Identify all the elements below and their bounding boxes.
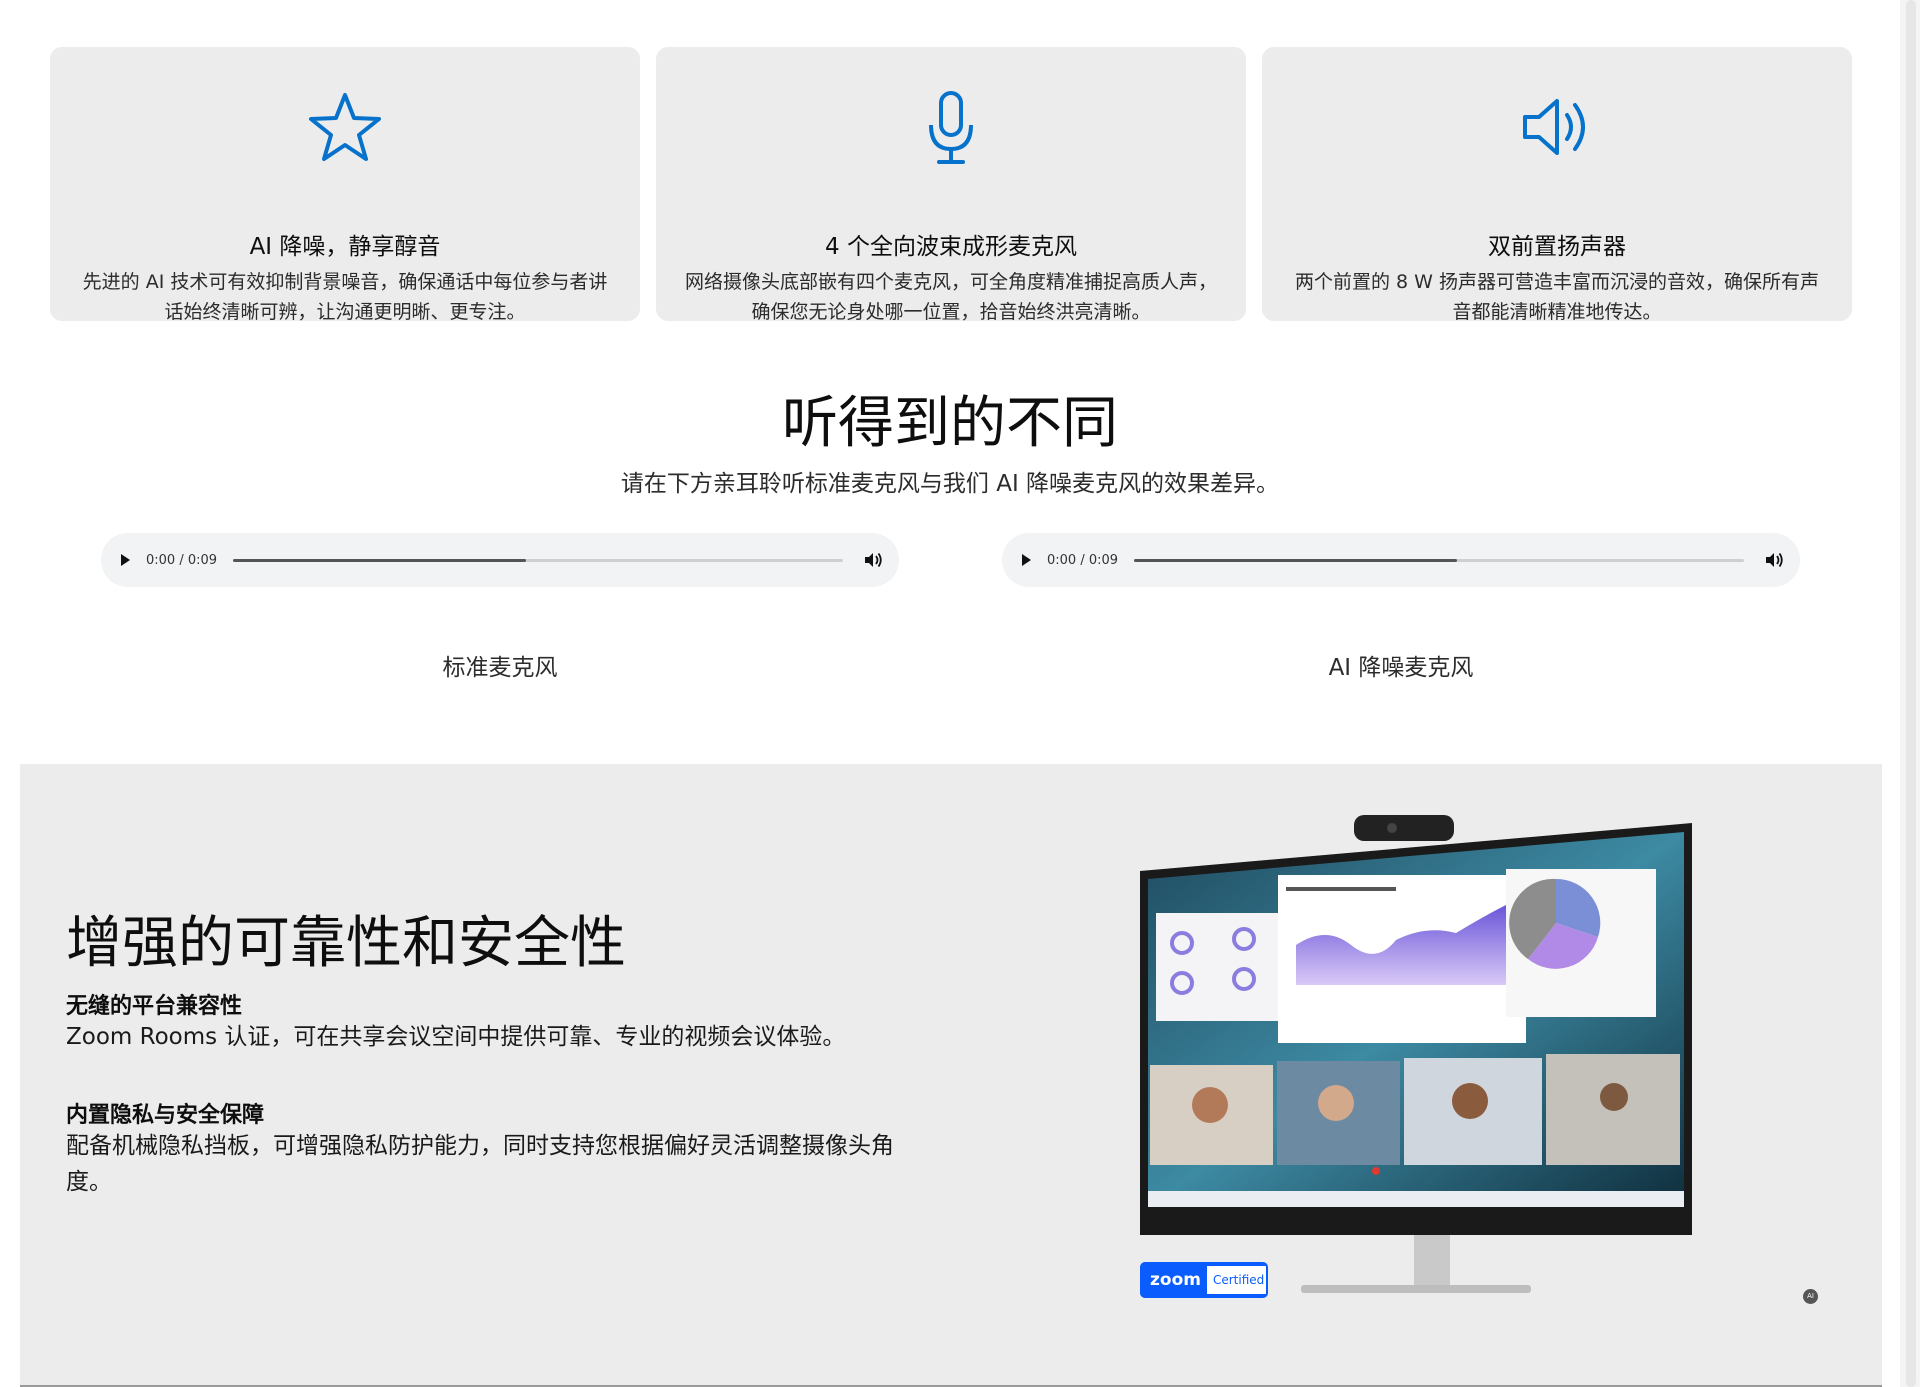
- feature-card-noise-reduction: AI 降噪，静享醇音 先进的 AI 技术可有效抑制背景噪音，确保通话中每位参与者…: [50, 47, 640, 323]
- feature-heading: 无缝的平台兼容性: [66, 994, 243, 1019]
- player-label-ai: AI 降噪麦克风: [1328, 655, 1474, 681]
- player-label-standard: 标准麦克风: [442, 655, 558, 681]
- ai-mark-icon: AI: [1803, 1289, 1818, 1304]
- feature-description: Zoom Rooms 认证，可在共享会议空间中提供可靠、专业的视频会议体验。: [66, 1024, 846, 1050]
- feature-card-microphones: 4 个全向波束成形麦克风 网络摄像头底部嵌有四个麦克风，可全角度精准捕捉高质人声…: [656, 47, 1246, 323]
- play-icon[interactable]: [1022, 554, 1031, 566]
- feature-desc: 先进的 AI 技术可有效抑制背景噪音，确保通话中每位参与者讲话始终清晰可辨，让沟…: [82, 271, 608, 323]
- play-icon[interactable]: [121, 554, 130, 566]
- audio-progress-bar[interactable]: [233, 558, 844, 562]
- speaker-icon: [1523, 99, 1585, 155]
- audio-time: 0:00 / 0:09: [1047, 552, 1119, 568]
- star-icon: [309, 93, 381, 161]
- microphone-icon: [929, 91, 973, 164]
- certified-label: Certified: [1206, 1266, 1266, 1294]
- reliability-title: 增强的可靠性和安全性: [66, 911, 626, 976]
- scrollbar-thumb[interactable]: [1906, 0, 1916, 1387]
- volume-icon[interactable]: [863, 550, 883, 570]
- feature-title: 双前置扬声器: [1488, 234, 1626, 260]
- zoom-certified-badge: zoom Certified: [1140, 1262, 1268, 1298]
- feature-card-speakers: 双前置扬声器 两个前置的 8 W 扬声器可营造丰富而沉浸的音效，确保所有声音都能…: [1262, 47, 1852, 323]
- compare-subtitle: 请在下方亲耳聆听标准麦克风与我们 AI 降噪麦克风的效果差异。: [620, 471, 1280, 497]
- volume-icon[interactable]: [1764, 550, 1784, 570]
- audio-progress-bar[interactable]: [1134, 558, 1745, 562]
- zoom-logo: zoom: [1150, 1270, 1201, 1290]
- audio-player-standard[interactable]: 0:00 / 0:09: [101, 533, 899, 587]
- audio-player-ai[interactable]: 0:00 / 0:09: [1002, 533, 1800, 587]
- compare-title: 听得到的不同: [782, 391, 1118, 456]
- monitor-image: [1140, 815, 1692, 1293]
- feature-description: 配备机械隐私挡板，可增强隐私防护能力，同时支持您根据偏好灵活调整摄像头角度。: [66, 1133, 894, 1195]
- feature-heading: 内置隐私与安全保障: [66, 1103, 265, 1128]
- feature-title: 4 个全向波束成形麦克风: [825, 234, 1077, 260]
- feature-desc: 两个前置的 8 W 扬声器可营造丰富而沉浸的音效，确保所有声音都能清晰精准地传达…: [1295, 271, 1819, 323]
- feature-title: AI 降噪，静享醇音: [249, 234, 441, 260]
- feature-desc: 网络摄像头底部嵌有四个麦克风，可全角度精准捕捉高质人声，确保您无论身处哪一位置，…: [684, 271, 1217, 323]
- audio-time: 0:00 / 0:09: [146, 552, 218, 568]
